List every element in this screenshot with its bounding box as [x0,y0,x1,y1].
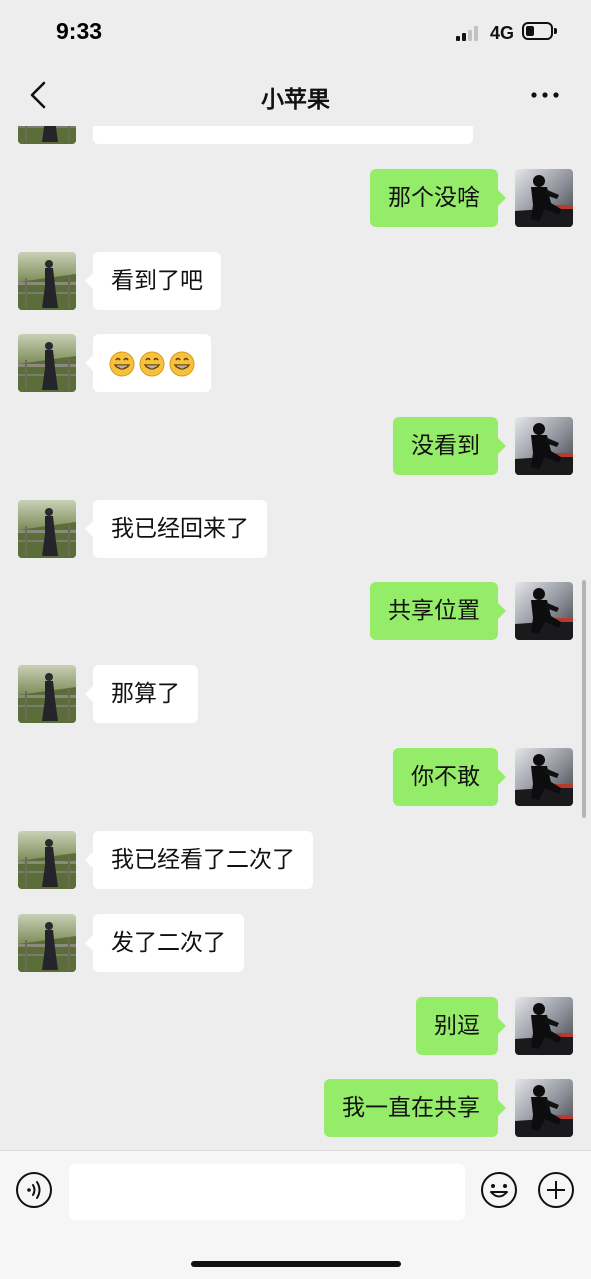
smiley-icon [481,1172,517,1208]
contact-avatar[interactable] [18,126,76,144]
contact-avatar[interactable] [18,334,76,392]
more-functions-button[interactable] [537,1171,575,1209]
message-input[interactable] [69,1164,465,1220]
message-outgoing[interactable]: 共享位置 [370,582,506,640]
network-type: 4G [490,23,515,43]
message-incoming[interactable]: 我已经回来了 [85,500,267,558]
self-avatar[interactable] [515,1079,573,1137]
self-avatar[interactable] [515,417,573,475]
status-time: 9:33 [56,18,103,44]
self-avatar[interactable] [515,997,573,1055]
more-options-button[interactable] [528,80,562,110]
grinning-face-emoji [169,351,195,377]
message-outgoing[interactable]: 我一直在共享 [324,1079,506,1137]
message-incoming[interactable] [93,126,473,144]
message-incoming[interactable]: 那算了 [85,665,198,723]
message-outgoing[interactable]: 别逗 [416,997,506,1055]
grinning-face-emoji [109,351,135,377]
voice-icon [16,1172,52,1208]
grinning-face-emoji [139,351,165,377]
message-incoming[interactable]: 看到了吧 [85,252,221,310]
contact-avatar[interactable] [18,914,76,972]
self-avatar[interactable] [515,582,573,640]
contact-avatar[interactable] [18,252,76,310]
scrollbar[interactable] [582,580,586,818]
status-bar: 9:33 4G [0,0,591,66]
self-avatar[interactable] [515,169,573,227]
message-incoming-emoji[interactable] [85,334,211,392]
emoji-button[interactable] [480,1171,518,1209]
chat-header: 小苹果 [0,66,591,126]
chat-title: 小苹果 [261,87,330,113]
message-outgoing[interactable]: 那个没啥 [370,169,506,227]
message-incoming[interactable]: 我已经看了二次了 [85,831,313,889]
input-bar [0,1150,591,1279]
signal-icon [456,24,484,41]
plus-icon [538,1172,574,1208]
message-outgoing[interactable]: 你不敢 [393,748,506,806]
self-avatar[interactable] [515,748,573,806]
message-incoming[interactable]: 发了二次了 [85,914,244,972]
contact-avatar[interactable] [18,500,76,558]
home-indicator[interactable] [191,1261,401,1267]
contact-avatar[interactable] [18,831,76,889]
battery-icon [522,22,557,40]
voice-input-button[interactable] [15,1171,53,1209]
more-icon [531,92,559,98]
message-list[interactable]: 那个没啥 看到了吧 没看到 我已经回来了 共享位置 那算了 你不敢 我已经看了二… [0,126,591,1150]
contact-avatar[interactable] [18,665,76,723]
message-outgoing[interactable]: 没看到 [393,417,506,475]
